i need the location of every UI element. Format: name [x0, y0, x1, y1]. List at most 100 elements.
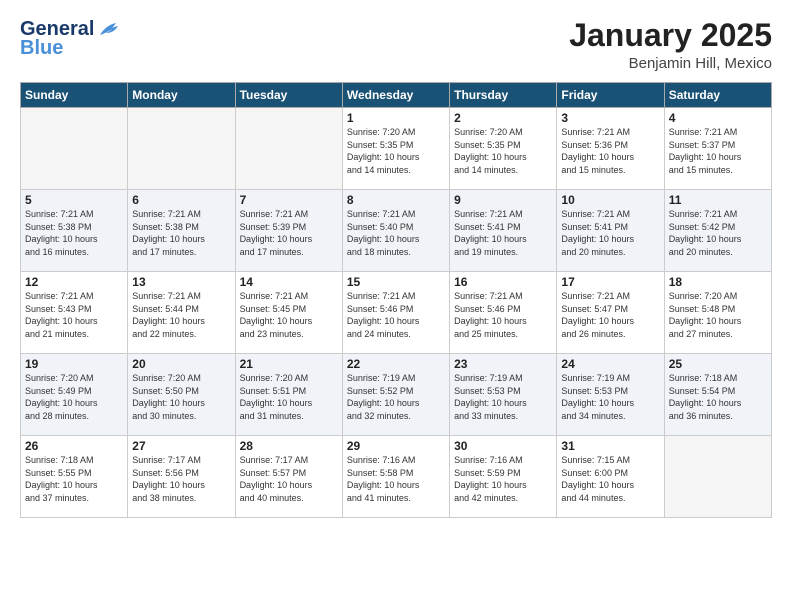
- day-number: 27: [132, 439, 230, 453]
- day-number: 28: [240, 439, 338, 453]
- calendar-week-row: 12Sunrise: 7:21 AMSunset: 5:43 PMDayligh…: [21, 272, 772, 354]
- day-number: 1: [347, 111, 445, 125]
- table-row: 17Sunrise: 7:21 AMSunset: 5:47 PMDayligh…: [557, 272, 664, 354]
- day-info: Sunrise: 7:17 AMSunset: 5:57 PMDaylight:…: [240, 454, 338, 504]
- day-info: Sunrise: 7:21 AMSunset: 5:42 PMDaylight:…: [669, 208, 767, 258]
- table-row: 20Sunrise: 7:20 AMSunset: 5:50 PMDayligh…: [128, 354, 235, 436]
- table-row: 3Sunrise: 7:21 AMSunset: 5:36 PMDaylight…: [557, 108, 664, 190]
- day-number: 13: [132, 275, 230, 289]
- day-info: Sunrise: 7:20 AMSunset: 5:48 PMDaylight:…: [669, 290, 767, 340]
- day-number: 26: [25, 439, 123, 453]
- day-number: 21: [240, 357, 338, 371]
- col-wednesday: Wednesday: [342, 83, 449, 108]
- day-info: Sunrise: 7:20 AMSunset: 5:35 PMDaylight:…: [454, 126, 552, 176]
- day-number: 18: [669, 275, 767, 289]
- table-row: 5Sunrise: 7:21 AMSunset: 5:38 PMDaylight…: [21, 190, 128, 272]
- day-info: Sunrise: 7:19 AMSunset: 5:52 PMDaylight:…: [347, 372, 445, 422]
- day-number: 29: [347, 439, 445, 453]
- day-info: Sunrise: 7:21 AMSunset: 5:46 PMDaylight:…: [454, 290, 552, 340]
- day-info: Sunrise: 7:20 AMSunset: 5:50 PMDaylight:…: [132, 372, 230, 422]
- col-friday: Friday: [557, 83, 664, 108]
- calendar-week-row: 1Sunrise: 7:20 AMSunset: 5:35 PMDaylight…: [21, 108, 772, 190]
- day-number: 5: [25, 193, 123, 207]
- col-thursday: Thursday: [450, 83, 557, 108]
- day-number: 31: [561, 439, 659, 453]
- day-number: 10: [561, 193, 659, 207]
- title-block: January 2025 Benjamin Hill, Mexico: [569, 18, 772, 72]
- table-row: 11Sunrise: 7:21 AMSunset: 5:42 PMDayligh…: [664, 190, 771, 272]
- col-sunday: Sunday: [21, 83, 128, 108]
- header-row: Sunday Monday Tuesday Wednesday Thursday…: [21, 83, 772, 108]
- col-tuesday: Tuesday: [235, 83, 342, 108]
- day-info: Sunrise: 7:21 AMSunset: 5:40 PMDaylight:…: [347, 208, 445, 258]
- table-row: [128, 108, 235, 190]
- day-info: Sunrise: 7:17 AMSunset: 5:56 PMDaylight:…: [132, 454, 230, 504]
- day-info: Sunrise: 7:21 AMSunset: 5:37 PMDaylight:…: [669, 126, 767, 176]
- header: General Blue January 2025 Benjamin Hill,…: [20, 18, 772, 72]
- table-row: 8Sunrise: 7:21 AMSunset: 5:40 PMDaylight…: [342, 190, 449, 272]
- table-row: 4Sunrise: 7:21 AMSunset: 5:37 PMDaylight…: [664, 108, 771, 190]
- day-number: 6: [132, 193, 230, 207]
- day-number: 2: [454, 111, 552, 125]
- day-info: Sunrise: 7:21 AMSunset: 5:44 PMDaylight:…: [132, 290, 230, 340]
- table-row: 23Sunrise: 7:19 AMSunset: 5:53 PMDayligh…: [450, 354, 557, 436]
- day-info: Sunrise: 7:20 AMSunset: 5:49 PMDaylight:…: [25, 372, 123, 422]
- day-number: 19: [25, 357, 123, 371]
- day-info: Sunrise: 7:21 AMSunset: 5:45 PMDaylight:…: [240, 290, 338, 340]
- day-number: 11: [669, 193, 767, 207]
- table-row: [21, 108, 128, 190]
- day-info: Sunrise: 7:18 AMSunset: 5:54 PMDaylight:…: [669, 372, 767, 422]
- day-number: 30: [454, 439, 552, 453]
- table-row: 6Sunrise: 7:21 AMSunset: 5:38 PMDaylight…: [128, 190, 235, 272]
- table-row: 22Sunrise: 7:19 AMSunset: 5:52 PMDayligh…: [342, 354, 449, 436]
- table-row: 10Sunrise: 7:21 AMSunset: 5:41 PMDayligh…: [557, 190, 664, 272]
- day-info: Sunrise: 7:19 AMSunset: 5:53 PMDaylight:…: [454, 372, 552, 422]
- table-row: 1Sunrise: 7:20 AMSunset: 5:35 PMDaylight…: [342, 108, 449, 190]
- day-info: Sunrise: 7:18 AMSunset: 5:55 PMDaylight:…: [25, 454, 123, 504]
- day-number: 4: [669, 111, 767, 125]
- day-number: 24: [561, 357, 659, 371]
- day-info: Sunrise: 7:21 AMSunset: 5:36 PMDaylight:…: [561, 126, 659, 176]
- day-number: 14: [240, 275, 338, 289]
- day-number: 15: [347, 275, 445, 289]
- table-row: 27Sunrise: 7:17 AMSunset: 5:56 PMDayligh…: [128, 436, 235, 518]
- table-row: 30Sunrise: 7:16 AMSunset: 5:59 PMDayligh…: [450, 436, 557, 518]
- day-info: Sunrise: 7:21 AMSunset: 5:41 PMDaylight:…: [561, 208, 659, 258]
- table-row: 13Sunrise: 7:21 AMSunset: 5:44 PMDayligh…: [128, 272, 235, 354]
- day-info: Sunrise: 7:21 AMSunset: 5:39 PMDaylight:…: [240, 208, 338, 258]
- table-row: 2Sunrise: 7:20 AMSunset: 5:35 PMDaylight…: [450, 108, 557, 190]
- table-row: 16Sunrise: 7:21 AMSunset: 5:46 PMDayligh…: [450, 272, 557, 354]
- logo-bird-icon: [98, 21, 120, 39]
- day-info: Sunrise: 7:21 AMSunset: 5:46 PMDaylight:…: [347, 290, 445, 340]
- logo-blue: Blue: [20, 37, 63, 60]
- calendar-week-row: 26Sunrise: 7:18 AMSunset: 5:55 PMDayligh…: [21, 436, 772, 518]
- table-row: 29Sunrise: 7:16 AMSunset: 5:58 PMDayligh…: [342, 436, 449, 518]
- table-row: 9Sunrise: 7:21 AMSunset: 5:41 PMDaylight…: [450, 190, 557, 272]
- table-row: 19Sunrise: 7:20 AMSunset: 5:49 PMDayligh…: [21, 354, 128, 436]
- table-row: [235, 108, 342, 190]
- day-info: Sunrise: 7:15 AMSunset: 6:00 PMDaylight:…: [561, 454, 659, 504]
- day-info: Sunrise: 7:21 AMSunset: 5:38 PMDaylight:…: [25, 208, 123, 258]
- day-info: Sunrise: 7:16 AMSunset: 5:58 PMDaylight:…: [347, 454, 445, 504]
- table-row: 14Sunrise: 7:21 AMSunset: 5:45 PMDayligh…: [235, 272, 342, 354]
- table-row: 26Sunrise: 7:18 AMSunset: 5:55 PMDayligh…: [21, 436, 128, 518]
- table-row: 28Sunrise: 7:17 AMSunset: 5:57 PMDayligh…: [235, 436, 342, 518]
- day-number: 17: [561, 275, 659, 289]
- day-info: Sunrise: 7:21 AMSunset: 5:38 PMDaylight:…: [132, 208, 230, 258]
- table-row: 24Sunrise: 7:19 AMSunset: 5:53 PMDayligh…: [557, 354, 664, 436]
- col-saturday: Saturday: [664, 83, 771, 108]
- day-number: 3: [561, 111, 659, 125]
- table-row: 15Sunrise: 7:21 AMSunset: 5:46 PMDayligh…: [342, 272, 449, 354]
- table-row: 7Sunrise: 7:21 AMSunset: 5:39 PMDaylight…: [235, 190, 342, 272]
- table-row: 12Sunrise: 7:21 AMSunset: 5:43 PMDayligh…: [21, 272, 128, 354]
- day-number: 23: [454, 357, 552, 371]
- table-row: 31Sunrise: 7:15 AMSunset: 6:00 PMDayligh…: [557, 436, 664, 518]
- table-row: [664, 436, 771, 518]
- day-number: 22: [347, 357, 445, 371]
- day-number: 20: [132, 357, 230, 371]
- table-row: 25Sunrise: 7:18 AMSunset: 5:54 PMDayligh…: [664, 354, 771, 436]
- day-number: 9: [454, 193, 552, 207]
- calendar-week-row: 5Sunrise: 7:21 AMSunset: 5:38 PMDaylight…: [21, 190, 772, 272]
- day-info: Sunrise: 7:20 AMSunset: 5:35 PMDaylight:…: [347, 126, 445, 176]
- day-info: Sunrise: 7:20 AMSunset: 5:51 PMDaylight:…: [240, 372, 338, 422]
